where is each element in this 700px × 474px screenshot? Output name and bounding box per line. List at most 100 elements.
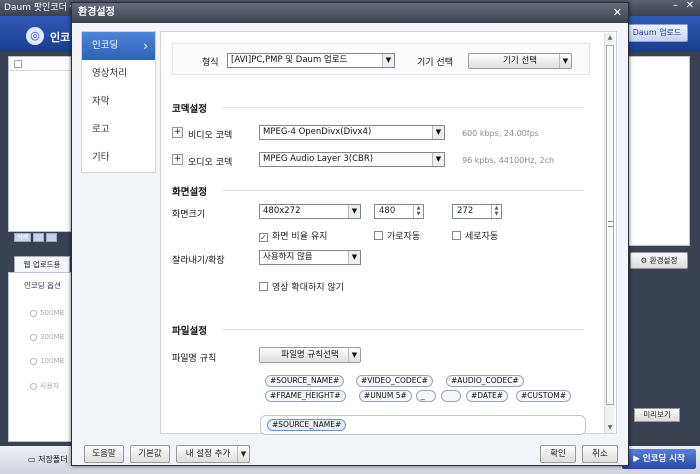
nav-item-encoding[interactable]: 인코딩 [82,32,155,60]
keep-ratio-label: 화면 비율 유지 [272,232,328,242]
chevron-down-icon: ▼ [237,446,249,462]
daum-upload-button[interactable]: Daum 업로드 [626,24,688,42]
content-scrollbar[interactable]: ▲ ▼ [604,33,614,433]
auto-height-checkbox[interactable]: 세로자동 [452,229,498,242]
size-option-radio[interactable]: 100MB [30,357,64,365]
width-value: 480 [379,206,396,216]
chevron-down-icon: ▼ [382,54,394,67]
filename-tag[interactable] [441,390,461,402]
auto-height-label: 세로자동 [465,232,499,242]
scroll-up-icon[interactable]: ▲ [606,34,614,42]
chevron-down-icon: ▼ [432,126,444,139]
keep-ratio-checkbox[interactable]: ✓ 화면 비율 유지 [259,229,327,242]
delete-button[interactable]: 삭제 [14,233,32,242]
file-rule-label: 파일명 규칙 [172,354,217,364]
nav-item-etc[interactable]: 기타 [82,144,155,172]
file-rule-select-button[interactable]: 파일명 규칙선택 ▼ [259,347,361,363]
dialog-title: 환경설정 [72,3,628,23]
filename-tag[interactable]: #FRAME_HEIGHT# [265,390,346,402]
filename-tag[interactable]: _ [416,390,436,402]
auto-width-checkbox[interactable]: 가로자동 [374,229,420,242]
app-minimize-icon[interactable]: – [673,0,678,11]
device-select-button[interactable]: 기기 선택 ▼ [468,53,572,69]
screen-size-label: 화면크기 [172,210,206,220]
video-codec-expand-icon[interactable]: + [172,127,183,138]
size-option-radio[interactable]: 300MB [30,333,64,341]
format-select[interactable]: [AVI]PC,PMP 및 Daum 업로드 ▼ [227,53,395,68]
filename-pattern-field[interactable]: #SOURCE_NAME# [260,415,586,435]
save-folder-label: ▭ 저장폴더 [28,455,68,464]
device-select-button-label: 기기 선택 [503,56,537,66]
height-stepper-icon[interactable]: ▲ ▼ [491,205,501,218]
nav-item-logo[interactable]: 로고 [82,116,155,144]
size-option-label: 사용자 [40,382,60,390]
list-controls: 삭제 [14,233,59,242]
radio-icon [30,357,37,365]
screen-size-select[interactable]: 480x272 ▼ [259,204,361,219]
audio-codec-select[interactable]: MPEG Audio Layer 3(CBR) ▼ [259,152,445,167]
move-down-icon[interactable] [46,233,58,242]
screen-size-value: 480x272 [263,206,301,216]
video-codec-label: 비디오 코덱 [188,131,233,141]
filename-tag[interactable]: #VIDEO_CODEC# [356,375,433,387]
filename-tag[interactable]: #CUSTOM# [516,390,572,402]
select-all-checkbox[interactable] [14,60,22,68]
file-section-title: 파일설정 [172,326,207,337]
preview-button[interactable]: 미리보기 [634,408,680,422]
gear-icon: ⚙ [640,256,648,265]
size-option-radio[interactable]: 사용자 [30,381,59,391]
video-codec-info: 600 kbps, 24.00fps [462,129,539,138]
filename-pattern-tag[interactable]: #SOURCE_NAME# [267,419,347,431]
chevron-down-icon: ▼ [348,205,360,218]
encoding-options-label: 인코딩 옵션 [24,281,61,290]
no-upscale-label: 영상 확대하지 않기 [272,283,344,293]
start-encoding-button[interactable]: ▶ 인코딩 시작 [622,449,696,469]
section-divider [222,190,584,191]
height-input[interactable]: 272 ▲ ▼ [452,204,502,219]
filename-tag[interactable]: #SOURCE_NAME# [265,375,345,387]
chevron-down-icon: ▼ [348,251,360,264]
nav-item-video-processing[interactable]: 영상처리 [82,60,155,88]
file-list[interactable] [8,56,74,232]
filename-tag[interactable]: #UNUM 5# [359,390,412,402]
dialog-close-icon[interactable]: ✕ [613,3,622,23]
settings-dialog: 환경설정 ✕ 인코딩 영상처리 자막 로고 기타 ▲ ▼ 형식 [AVI]PC,… [71,2,629,466]
filename-tag[interactable]: #AUDIO_CODEC# [446,375,524,387]
audio-codec-value: MPEG Audio Layer 3(CBR) [263,154,374,164]
play-icon: ▶ [633,454,640,464]
tab-web-upload[interactable]: 웹 업로드용 [14,256,70,272]
size-option-label: 100MB [40,357,65,365]
height-value: 272 [457,206,474,216]
ok-button[interactable]: 확인 [540,445,576,463]
checkbox-icon [452,231,461,240]
move-up-icon[interactable] [33,233,45,242]
help-button[interactable]: 도움말 [84,445,124,463]
width-stepper-icon[interactable]: ▲ ▼ [413,205,423,218]
size-option-radio[interactable]: 500MB [30,309,64,317]
settings-button[interactable]: ⚙ 환경설정 [630,252,688,269]
crop-select[interactable]: 사용하지 않음 ▼ [259,250,361,265]
nav-item-subtitle[interactable]: 자막 [82,88,155,116]
audio-codec-expand-icon[interactable]: + [172,154,183,165]
video-codec-select[interactable]: MPEG-4 OpenDivx(Divx4) ▼ [259,125,445,140]
add-preset-button[interactable]: 내 설정 추가 ▼ [176,445,250,463]
width-input[interactable]: 480 ▲ ▼ [374,204,424,219]
crop-label: 잘라내기/확장 [172,256,225,266]
codec-section-title: 코덱설정 [172,104,207,115]
format-select-value: [AVI]PC,PMP 및 Daum 업로드 [231,55,348,65]
folder-icon: ▭ [28,455,36,464]
preview-area [628,56,690,246]
auto-width-label: 가로자동 [387,232,421,242]
default-button[interactable]: 기본값 [130,445,170,463]
scroll-grip-icon [608,221,613,227]
no-upscale-checkbox[interactable]: 영상 확대하지 않기 [259,280,344,293]
cancel-button[interactable]: 취소 [582,445,618,463]
scroll-down-icon[interactable]: ▼ [606,424,614,432]
app-close-icon[interactable]: ✕ [686,0,694,11]
scroll-thumb[interactable] [606,45,614,405]
screen-section-title: 화면설정 [172,187,207,198]
crop-value: 사용하지 않음 [263,252,313,262]
video-codec-value: MPEG-4 OpenDivx(Divx4) [263,127,372,137]
radio-icon [30,309,37,317]
filename-tag[interactable]: #DATE# [466,390,509,402]
